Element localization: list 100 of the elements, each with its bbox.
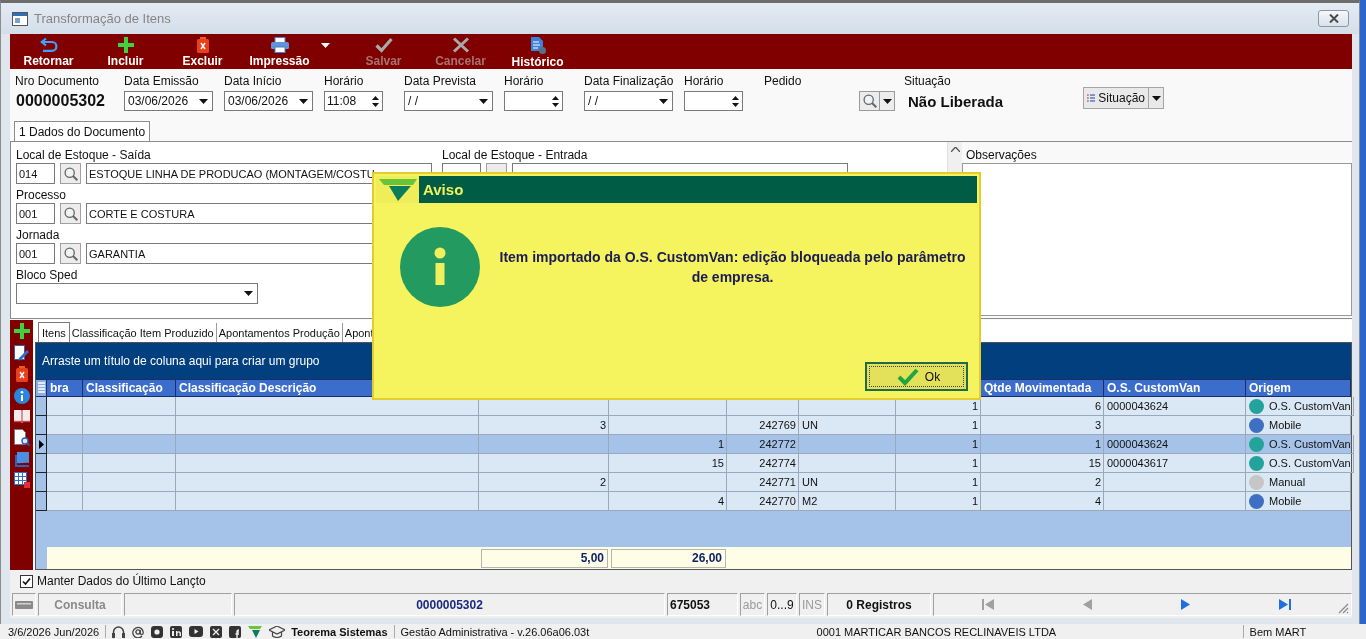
navigation-button[interactable] [1279,599,1291,610]
date-field[interactable]: / / [404,91,493,111]
search-icon [862,94,877,108]
headset-icon[interactable] [112,625,126,638]
checkbox[interactable] [20,574,33,588]
field-label: Data Prevista [404,74,477,88]
search-button[interactable] [60,243,81,264]
field-label: Local de Estoque - Saída [16,147,151,163]
window-title: Transformação de Itens [34,11,172,26]
table-row[interactable]: 15 242774 1 15 0000043617 O.S. CustomVan [36,454,1351,473]
code-field[interactable]: 001 [16,203,55,224]
toolbar-button[interactable]: Retornar [10,34,87,69]
field-label: Bloco Sped [16,267,78,283]
caret-icon [321,43,330,48]
toolbar-button[interactable]: Incluir [87,34,164,69]
pencil-document-icon[interactable] [14,344,29,361]
close-icon [1328,14,1339,23]
origin-label: Manual [1269,475,1306,490]
f-icon[interactable] [229,625,242,638]
skip-end-icon [1279,599,1291,610]
at-sign-icon[interactable] [132,625,145,638]
camera-icon[interactable] [151,625,164,638]
search-icon [63,246,78,261]
dialog-title: Aviso [423,181,464,198]
navigation-button[interactable] [1181,599,1190,610]
play-icon[interactable] [189,626,204,637]
table-cell: M2 [799,492,896,511]
time-field[interactable] [684,91,743,111]
scroll-up-icon [950,147,960,152]
row-indicator[interactable] [36,492,47,511]
date-field[interactable]: / / [584,91,673,111]
close-button[interactable] [1318,10,1349,27]
code-field[interactable]: 014 [16,163,55,184]
note-icon[interactable] [14,451,29,467]
spin-arrows-icon [552,94,559,108]
dropdown-button[interactable] [880,91,895,111]
trash-icon[interactable] [15,366,28,383]
origin-label: Mobile [1269,494,1302,509]
field-label: Data Início [224,74,282,88]
info-icon[interactable] [13,387,30,404]
row-indicator[interactable] [36,435,47,454]
logo-icon[interactable] [248,625,263,638]
info-icon [400,227,480,307]
table-row[interactable]: 3 242769 UN 1 3 Mobile [36,416,1351,435]
key-indicator: 0...9 [767,593,797,616]
description-field[interactable]: ESTOQUE LINHA DE PRODUCAO (MONTAGEM/COSTU [86,163,432,184]
situation-button[interactable]: Situação [1083,87,1149,109]
field-label: Jornada [16,227,60,243]
date-field[interactable]: 03/06/2026 [224,91,313,111]
column-header[interactable]: bra [47,380,83,396]
x-icon[interactable] [210,625,223,638]
spin-arrows-icon [732,94,739,108]
graduation-cap-icon[interactable] [269,625,286,638]
dropdown-button[interactable] [1149,87,1164,109]
field-label: Situação [904,74,951,88]
book-icon[interactable] [13,409,30,424]
toolbar-button[interactable]: Excluir [164,34,241,69]
search-icon [63,166,78,181]
in-icon[interactable] [170,625,183,638]
tab[interactable]: 1 Dados do Documento [14,121,151,141]
code-field[interactable]: 001 [16,243,55,264]
tab[interactable]: Apont [342,323,374,342]
column-header[interactable]: O.S. CustomVan [1104,380,1246,396]
table-row[interactable]: 4 242770 M2 1 4 Mobile [36,492,1351,511]
dropdown-field[interactable] [16,283,258,304]
resize-grip-icon[interactable] [1338,603,1349,614]
table-icon[interactable] [13,472,30,489]
column-header[interactable]: Origem [1246,380,1351,396]
plus-icon [117,37,134,53]
product-version: Gestão Administrativa - v.26.06a06.03t [400,625,591,638]
toolbar-button[interactable]: Histórico [499,34,576,69]
logo-icon [378,178,417,201]
tab[interactable]: Itens [38,322,70,342]
mode-status: Consulta [38,593,122,616]
search-button[interactable] [859,91,880,111]
keyboard-icon [15,600,33,609]
row-indicator[interactable] [36,454,47,473]
dropdown-arrow-icon [199,98,208,104]
search-button[interactable] [60,203,81,224]
document-icon [529,36,546,54]
table-row[interactable]: 2 242771 UN 1 2 Manual [36,473,1351,492]
table-row[interactable]: 1 242772 1 1 0000043624 O.S. CustomVan [36,435,1351,454]
printer-icon [270,37,289,53]
row-indicator[interactable] [36,416,47,435]
toolbar-button[interactable]: Impressão [241,34,318,69]
row-indicator[interactable] [36,473,47,492]
time-field[interactable]: 11:08 [324,91,383,111]
field-label: Horário [684,74,724,88]
document-search-icon[interactable] [13,428,30,446]
search-button[interactable] [60,163,81,184]
ok-button[interactable]: Ok [865,362,968,391]
time-field[interactable] [504,91,563,111]
origin-label: Mobile [1269,418,1302,433]
column-header[interactable]: Classificação [83,380,176,396]
plus-icon[interactable] [13,323,30,339]
table-row[interactable]: 1 6 0000043624 O.S. CustomVan [36,397,1351,416]
date-field[interactable]: 03/06/2026 [124,91,213,111]
row-indicator[interactable] [36,397,47,416]
dropdown-arrow-icon [244,291,253,296]
trash-icon [196,37,209,53]
